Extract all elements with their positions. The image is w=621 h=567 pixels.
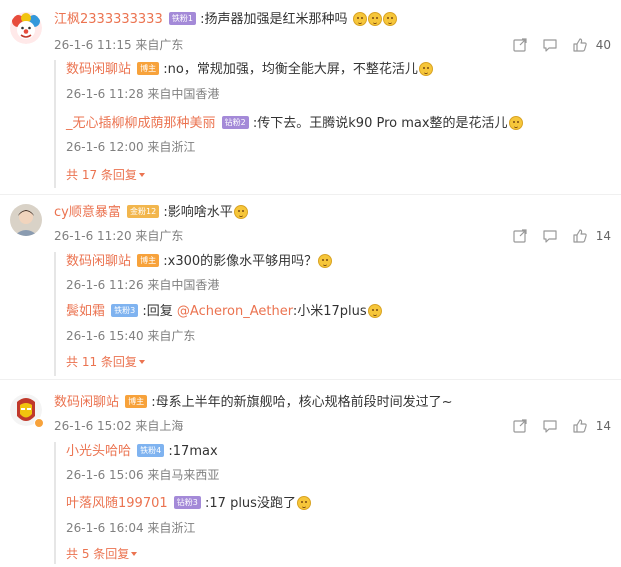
reply-body: 数码闲聊站 博主 :no，常规加强，均衡全能大屏，不整花活儿 bbox=[66, 60, 603, 80]
comment-text: :影响啥水平 bbox=[163, 205, 233, 220]
comment-icon[interactable] bbox=[542, 37, 558, 53]
reply-text: :小米17plus bbox=[292, 304, 367, 319]
reply-meta: 26-1-6 11:26 来自中国香港 bbox=[66, 278, 220, 292]
like-icon[interactable] bbox=[572, 228, 588, 244]
reply-body: 鬓如霜 铁粉3 :回复 @Acheron_Aether:小米17plus bbox=[66, 302, 603, 322]
more-replies-link[interactable]: 共 5 条回复 bbox=[66, 545, 138, 563]
comment-icon[interactable] bbox=[542, 228, 558, 244]
reply-meta: 26-1-6 11:28 来自中国香港 bbox=[66, 87, 220, 101]
fan-badge: 钻粉3 bbox=[173, 496, 201, 509]
reply-meta: 26-1-6 15:06 来自马来西亚 bbox=[66, 468, 220, 482]
username[interactable]: 小光头哈哈 bbox=[66, 444, 131, 459]
more-replies-link[interactable]: 共 11 条回复 bbox=[66, 353, 145, 371]
more-replies-label: 共 11 条回复 bbox=[66, 355, 137, 369]
comment-body: 江枫2333333333 铁粉1 :扬声器加强是红米那种吗 bbox=[54, 10, 613, 30]
reply-body: _无心插柳柳成荫那种美丽 钻粉2 :传下去。王腾说k90 Pro max整的是花… bbox=[66, 114, 603, 134]
fan-badge: 钻粉2 bbox=[221, 116, 249, 129]
reply-body: 数码闲聊站 博主 :x300的影像水平够用吗？ bbox=[66, 252, 603, 272]
username[interactable]: 数码闲聊站 bbox=[66, 254, 131, 269]
like-count: 40 bbox=[595, 38, 611, 52]
blogger-badge: 博主 bbox=[137, 254, 160, 267]
reply-text: :x300的影像水平够用吗？ bbox=[163, 254, 318, 269]
fan-badge: 铁粉1 bbox=[168, 12, 196, 25]
username[interactable]: 江枫2333333333 bbox=[54, 12, 163, 27]
fan-badge: 铁粉4 bbox=[137, 444, 165, 457]
share-icon[interactable] bbox=[512, 228, 528, 244]
caret-down-icon bbox=[138, 360, 145, 364]
share-icon[interactable] bbox=[512, 37, 528, 53]
comment-thread: cy顺意暴富 金粉12 :影响啥水平 26-1-6 11:20 来自广东 14 … bbox=[0, 195, 621, 380]
caret-down-icon bbox=[138, 173, 145, 177]
username[interactable]: 数码闲聊站 bbox=[66, 62, 131, 77]
emoji-icon bbox=[367, 12, 382, 26]
avatar[interactable] bbox=[10, 204, 42, 236]
emoji-icon bbox=[318, 254, 333, 268]
username[interactable]: cy顺意暴富 bbox=[54, 205, 121, 220]
blogger-badge: 博主 bbox=[137, 62, 160, 75]
reply-list: 数码闲聊站 博主 :x300的影像水平够用吗？ 26-1-6 11:26 来自中… bbox=[54, 252, 611, 376]
reply-prefix: :回复 bbox=[142, 304, 177, 319]
emoji-icon bbox=[508, 116, 523, 130]
more-replies-label: 共 17 条回复 bbox=[66, 168, 137, 182]
reply-meta: 26-1-6 12:00 来自浙江 bbox=[66, 140, 196, 154]
username[interactable]: 叶落风随199701 bbox=[66, 496, 168, 511]
more-replies-link[interactable]: 共 17 条回复 bbox=[66, 166, 145, 184]
comment-meta: 26-1-6 11:15 来自广东 bbox=[54, 38, 184, 52]
reply-list: 数码闲聊站 博主 :no，常规加强，均衡全能大屏，不整花活儿 26-1-6 11… bbox=[54, 60, 611, 188]
fan-badge: 铁粉3 bbox=[111, 304, 139, 317]
mention-link[interactable]: @Acheron_Aether bbox=[177, 304, 293, 319]
avatar[interactable] bbox=[10, 12, 42, 44]
blogger-badge: 博主 bbox=[125, 395, 148, 408]
like-count: 14 bbox=[595, 229, 611, 243]
like-icon[interactable] bbox=[572, 37, 588, 53]
reply-list: 小光头哈哈 铁粉4 :17max 26-1-6 15:06 来自马来西亚 叶落风… bbox=[54, 442, 611, 564]
comment-body: 数码闲聊站 博主 :母系上半年的新旗舰哈，核心规格前段时间发过了~ bbox=[54, 393, 613, 413]
username[interactable]: 数码闲聊站 bbox=[54, 395, 119, 410]
reply-text: :传下去。王腾说k90 Pro max整的是花活儿 bbox=[252, 116, 508, 131]
like-icon[interactable] bbox=[572, 418, 588, 434]
comment-meta: 26-1-6 15:02 来自上海 bbox=[54, 419, 184, 433]
reply-text: :17 plus没跑了 bbox=[205, 496, 296, 511]
comment-text: :扬声器加强是红米那种吗 bbox=[200, 12, 348, 27]
reply-text: :no，常规加强，均衡全能大屏，不整花活儿 bbox=[163, 62, 418, 77]
emoji-icon bbox=[352, 12, 367, 26]
username[interactable]: _无心插柳柳成荫那种美丽 bbox=[66, 116, 216, 131]
comment-text: :母系上半年的新旗舰哈，核心规格前段时间发过了~ bbox=[151, 395, 453, 410]
reply-body: 叶落风随199701 钻粉3 :17 plus没跑了 bbox=[66, 494, 603, 514]
share-icon[interactable] bbox=[512, 418, 528, 434]
comment-icon[interactable] bbox=[542, 418, 558, 434]
emoji-icon bbox=[418, 62, 433, 76]
reply-meta: 26-1-6 16:04 来自浙江 bbox=[66, 521, 196, 535]
emoji-icon bbox=[296, 496, 311, 510]
username[interactable]: 鬓如霜 bbox=[66, 304, 105, 319]
emoji-icon bbox=[233, 205, 248, 219]
comment-meta: 26-1-6 11:20 来自广东 bbox=[54, 229, 184, 243]
reply-body: 小光头哈哈 铁粉4 :17max bbox=[66, 442, 603, 462]
caret-down-icon bbox=[131, 552, 138, 556]
comment-thread: 江枫2333333333 铁粉1 :扬声器加强是红米那种吗 26-1-6 11:… bbox=[0, 0, 621, 195]
reply-text: :17max bbox=[168, 444, 218, 459]
comment-actions: 14 bbox=[512, 418, 611, 434]
emoji-icon bbox=[367, 304, 382, 318]
like-count: 14 bbox=[595, 419, 611, 433]
fan-badge: 金粉12 bbox=[126, 205, 160, 218]
comment-actions: 40 bbox=[512, 37, 611, 53]
verified-icon bbox=[34, 418, 44, 428]
comment-thread: 数码闲聊站 博主 :母系上半年的新旗舰哈，核心规格前段时间发过了~ 26-1-6… bbox=[0, 380, 621, 567]
more-replies-label: 共 5 条回复 bbox=[66, 547, 130, 561]
reply-meta: 26-1-6 15:40 来自广东 bbox=[66, 329, 196, 343]
comment-actions: 14 bbox=[512, 228, 611, 244]
comment-body: cy顺意暴富 金粉12 :影响啥水平 bbox=[54, 203, 613, 223]
emoji-icon bbox=[382, 12, 397, 26]
